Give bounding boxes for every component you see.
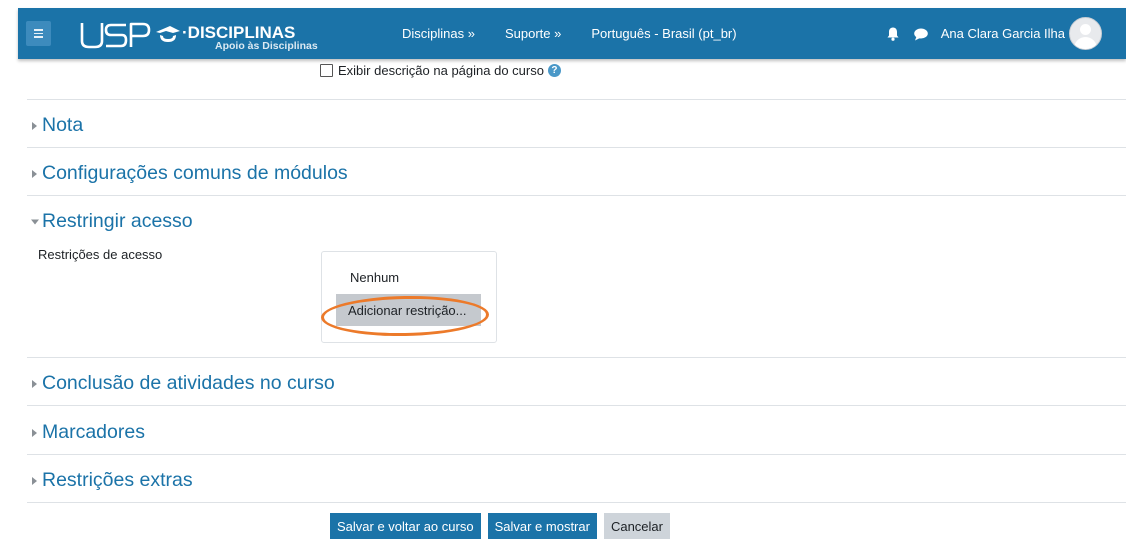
show-description-checkbox[interactable] xyxy=(320,63,333,77)
divider xyxy=(27,502,1126,503)
help-icon[interactable]: ? xyxy=(547,63,561,77)
divider xyxy=(27,405,1126,406)
form-action-buttons: Salvar e voltar ao curso Salvar e mostra… xyxy=(330,513,670,539)
divider xyxy=(27,195,1126,196)
nav-suporte[interactable]: Suporte » xyxy=(505,26,561,41)
usp-disciplinas-logo[interactable]: ·DISCIPLINAS Apoio às Disciplinas xyxy=(78,17,328,53)
section-title[interactable]: Restringir acesso xyxy=(42,210,193,233)
section-title[interactable]: Marcadores xyxy=(42,421,145,444)
section-restrict-access[interactable]: Restringir acesso xyxy=(27,210,193,233)
primary-navigation: Disciplinas » Suporte » Português - Bras… xyxy=(402,8,767,59)
divider xyxy=(27,147,1126,148)
section-activity-completion[interactable]: Conclusão de atividades no curso xyxy=(27,372,335,395)
user-avatar[interactable] xyxy=(1069,17,1102,50)
no-restrictions-text: Nenhum xyxy=(350,270,400,285)
collapsed-triangle-icon xyxy=(27,376,43,392)
navbar: ·DISCIPLINAS Apoio às Disciplinas Discip… xyxy=(18,8,1126,59)
divider xyxy=(27,454,1126,455)
access-restrictions-box: Nenhum Adicionar restrição... xyxy=(321,251,497,343)
expanded-triangle-icon xyxy=(27,214,43,230)
user-navigation: Ana Clara Garcia Ilha xyxy=(885,8,1102,59)
collapsed-triangle-icon xyxy=(27,425,43,441)
section-common-module-settings[interactable]: Configurações comuns de módulos xyxy=(27,162,348,185)
user-name[interactable]: Ana Clara Garcia Ilha xyxy=(941,26,1065,41)
top-area: ·DISCIPLINAS Apoio às Disciplinas Discip… xyxy=(0,0,1126,66)
collapsed-triangle-icon xyxy=(27,473,43,489)
section-nota[interactable]: Nota xyxy=(27,114,83,137)
logo-subtitle: Apoio às Disciplinas xyxy=(215,40,318,52)
section-title[interactable]: Nota xyxy=(42,114,83,137)
save-and-display-button[interactable]: Salvar e mostrar xyxy=(487,513,597,539)
collapsed-triangle-icon xyxy=(27,166,43,182)
section-title[interactable]: Configurações comuns de módulos xyxy=(42,162,348,185)
save-and-return-button[interactable]: Salvar e voltar ao curso xyxy=(330,513,481,539)
message-icon[interactable] xyxy=(913,26,929,42)
divider xyxy=(27,99,1126,100)
section-tags[interactable]: Marcadores xyxy=(27,421,145,444)
cancel-button[interactable]: Cancelar xyxy=(603,513,670,539)
collapsed-triangle-icon xyxy=(27,118,43,134)
section-title[interactable]: Conclusão de atividades no curso xyxy=(42,372,335,395)
menu-toggle-button[interactable] xyxy=(26,21,51,46)
add-restriction-button[interactable]: Adicionar restrição... xyxy=(336,294,481,326)
nav-disciplinas[interactable]: Disciplinas » xyxy=(402,26,475,41)
bell-icon[interactable] xyxy=(885,26,901,42)
nav-language[interactable]: Português - Brasil (pt_br) xyxy=(591,26,736,41)
access-restrictions-label: Restrições de acesso xyxy=(38,247,163,262)
section-extra-restrictions[interactable]: Restrições extras xyxy=(27,469,193,492)
show-description-row: Exibir descrição na página do curso ? xyxy=(320,62,561,78)
show-description-label[interactable]: Exibir descrição na página do curso xyxy=(338,63,544,78)
section-title[interactable]: Restrições extras xyxy=(42,469,193,492)
divider xyxy=(27,357,1126,358)
